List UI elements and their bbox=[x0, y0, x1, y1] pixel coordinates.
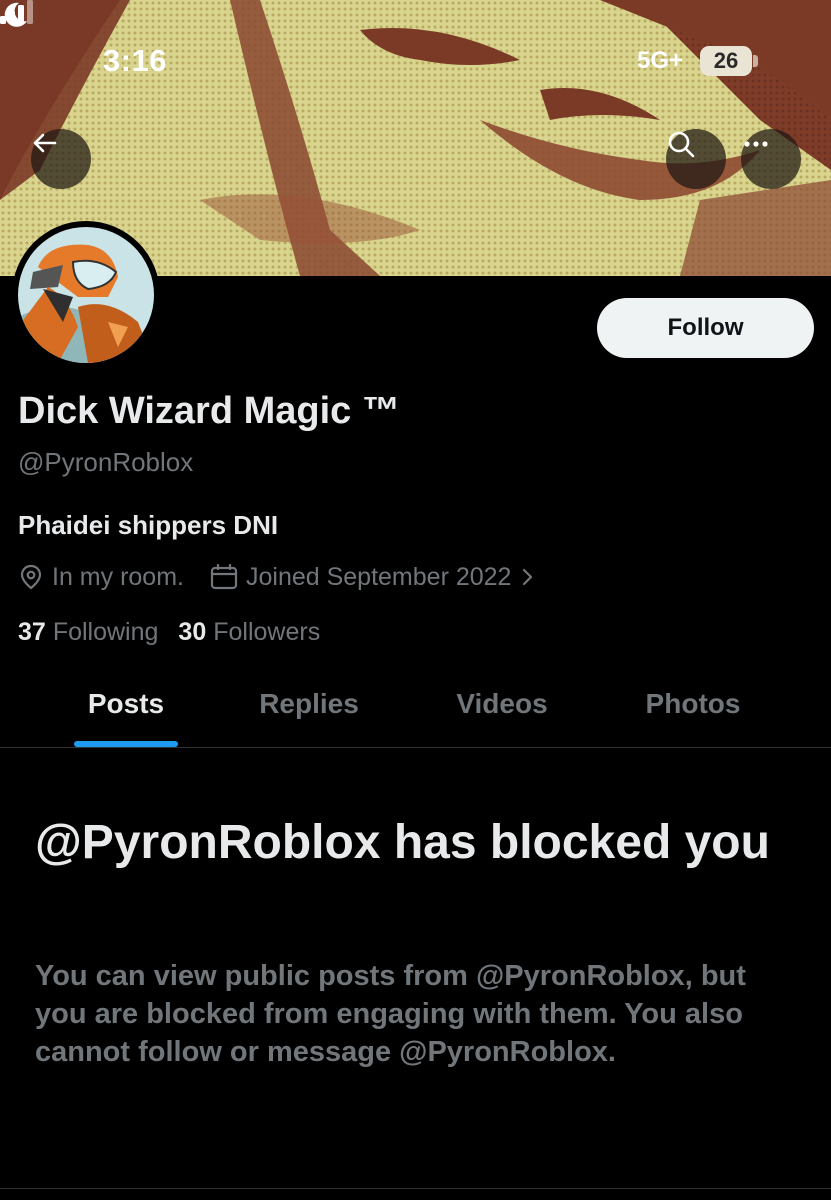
blocked-title: @PyronRoblox has blocked you bbox=[35, 816, 770, 869]
profile-tabs: Posts Replies Videos Photos bbox=[0, 670, 831, 748]
followers-label: Followers bbox=[213, 618, 321, 646]
tab-videos[interactable]: Videos bbox=[456, 688, 547, 720]
blocked-message: You can view public posts from @PyronRob… bbox=[35, 960, 746, 1068]
back-button[interactable] bbox=[31, 129, 91, 189]
following-count: 37 bbox=[18, 618, 46, 646]
followers-count: 30 bbox=[178, 618, 207, 646]
joined-date[interactable]: Joined September 2022 bbox=[210, 563, 535, 592]
profile-handle: @PyronRoblox bbox=[18, 447, 194, 477]
signal-icon bbox=[0, 0, 33, 24]
avatar[interactable] bbox=[12, 221, 160, 369]
search-button[interactable] bbox=[666, 129, 726, 189]
search-icon bbox=[668, 131, 695, 158]
display-name: Dick Wizard Magic ™ bbox=[18, 390, 400, 432]
tab-photos[interactable]: Photos bbox=[646, 688, 741, 720]
chevron-right-icon bbox=[523, 568, 533, 586]
status-time: 3:16 bbox=[103, 43, 168, 78]
follow-stats: 37 Following 30 Followers bbox=[18, 618, 320, 647]
following-stat[interactable]: 37 Following bbox=[18, 618, 158, 647]
location: In my room. bbox=[18, 563, 184, 592]
profile-page: 3:16 5G+ 26 Follow Dick Wizard Magic ™ @… bbox=[0, 0, 831, 1200]
location-text: In my room. bbox=[52, 562, 184, 591]
divider bbox=[0, 1188, 831, 1189]
tab-posts[interactable]: Posts bbox=[88, 688, 164, 720]
more-icon bbox=[744, 141, 768, 147]
active-tab-indicator bbox=[74, 741, 178, 747]
more-options-button[interactable] bbox=[741, 129, 801, 189]
battery-level: 26 bbox=[713, 48, 739, 73]
location-pin-icon bbox=[20, 564, 42, 590]
profile-bio: Phaidei shippers DNI bbox=[18, 510, 279, 540]
follow-button[interactable]: Follow bbox=[597, 298, 814, 358]
avatar-image bbox=[18, 227, 154, 363]
following-label: Following bbox=[52, 618, 159, 646]
calendar-icon bbox=[210, 564, 238, 590]
joined-text: Joined September 2022 bbox=[245, 562, 512, 591]
back-arrow-icon bbox=[33, 133, 57, 153]
tab-replies[interactable]: Replies bbox=[259, 688, 359, 720]
battery-tip bbox=[753, 55, 758, 67]
status-bar: 3:16 5G+ 26 bbox=[0, 0, 831, 110]
battery-indicator: 26 bbox=[700, 46, 752, 76]
profile-meta: In my room. Joined September 2022 bbox=[18, 560, 535, 594]
followers-stat[interactable]: 30 Followers bbox=[178, 618, 320, 647]
network-label: 5G+ bbox=[637, 47, 684, 74]
